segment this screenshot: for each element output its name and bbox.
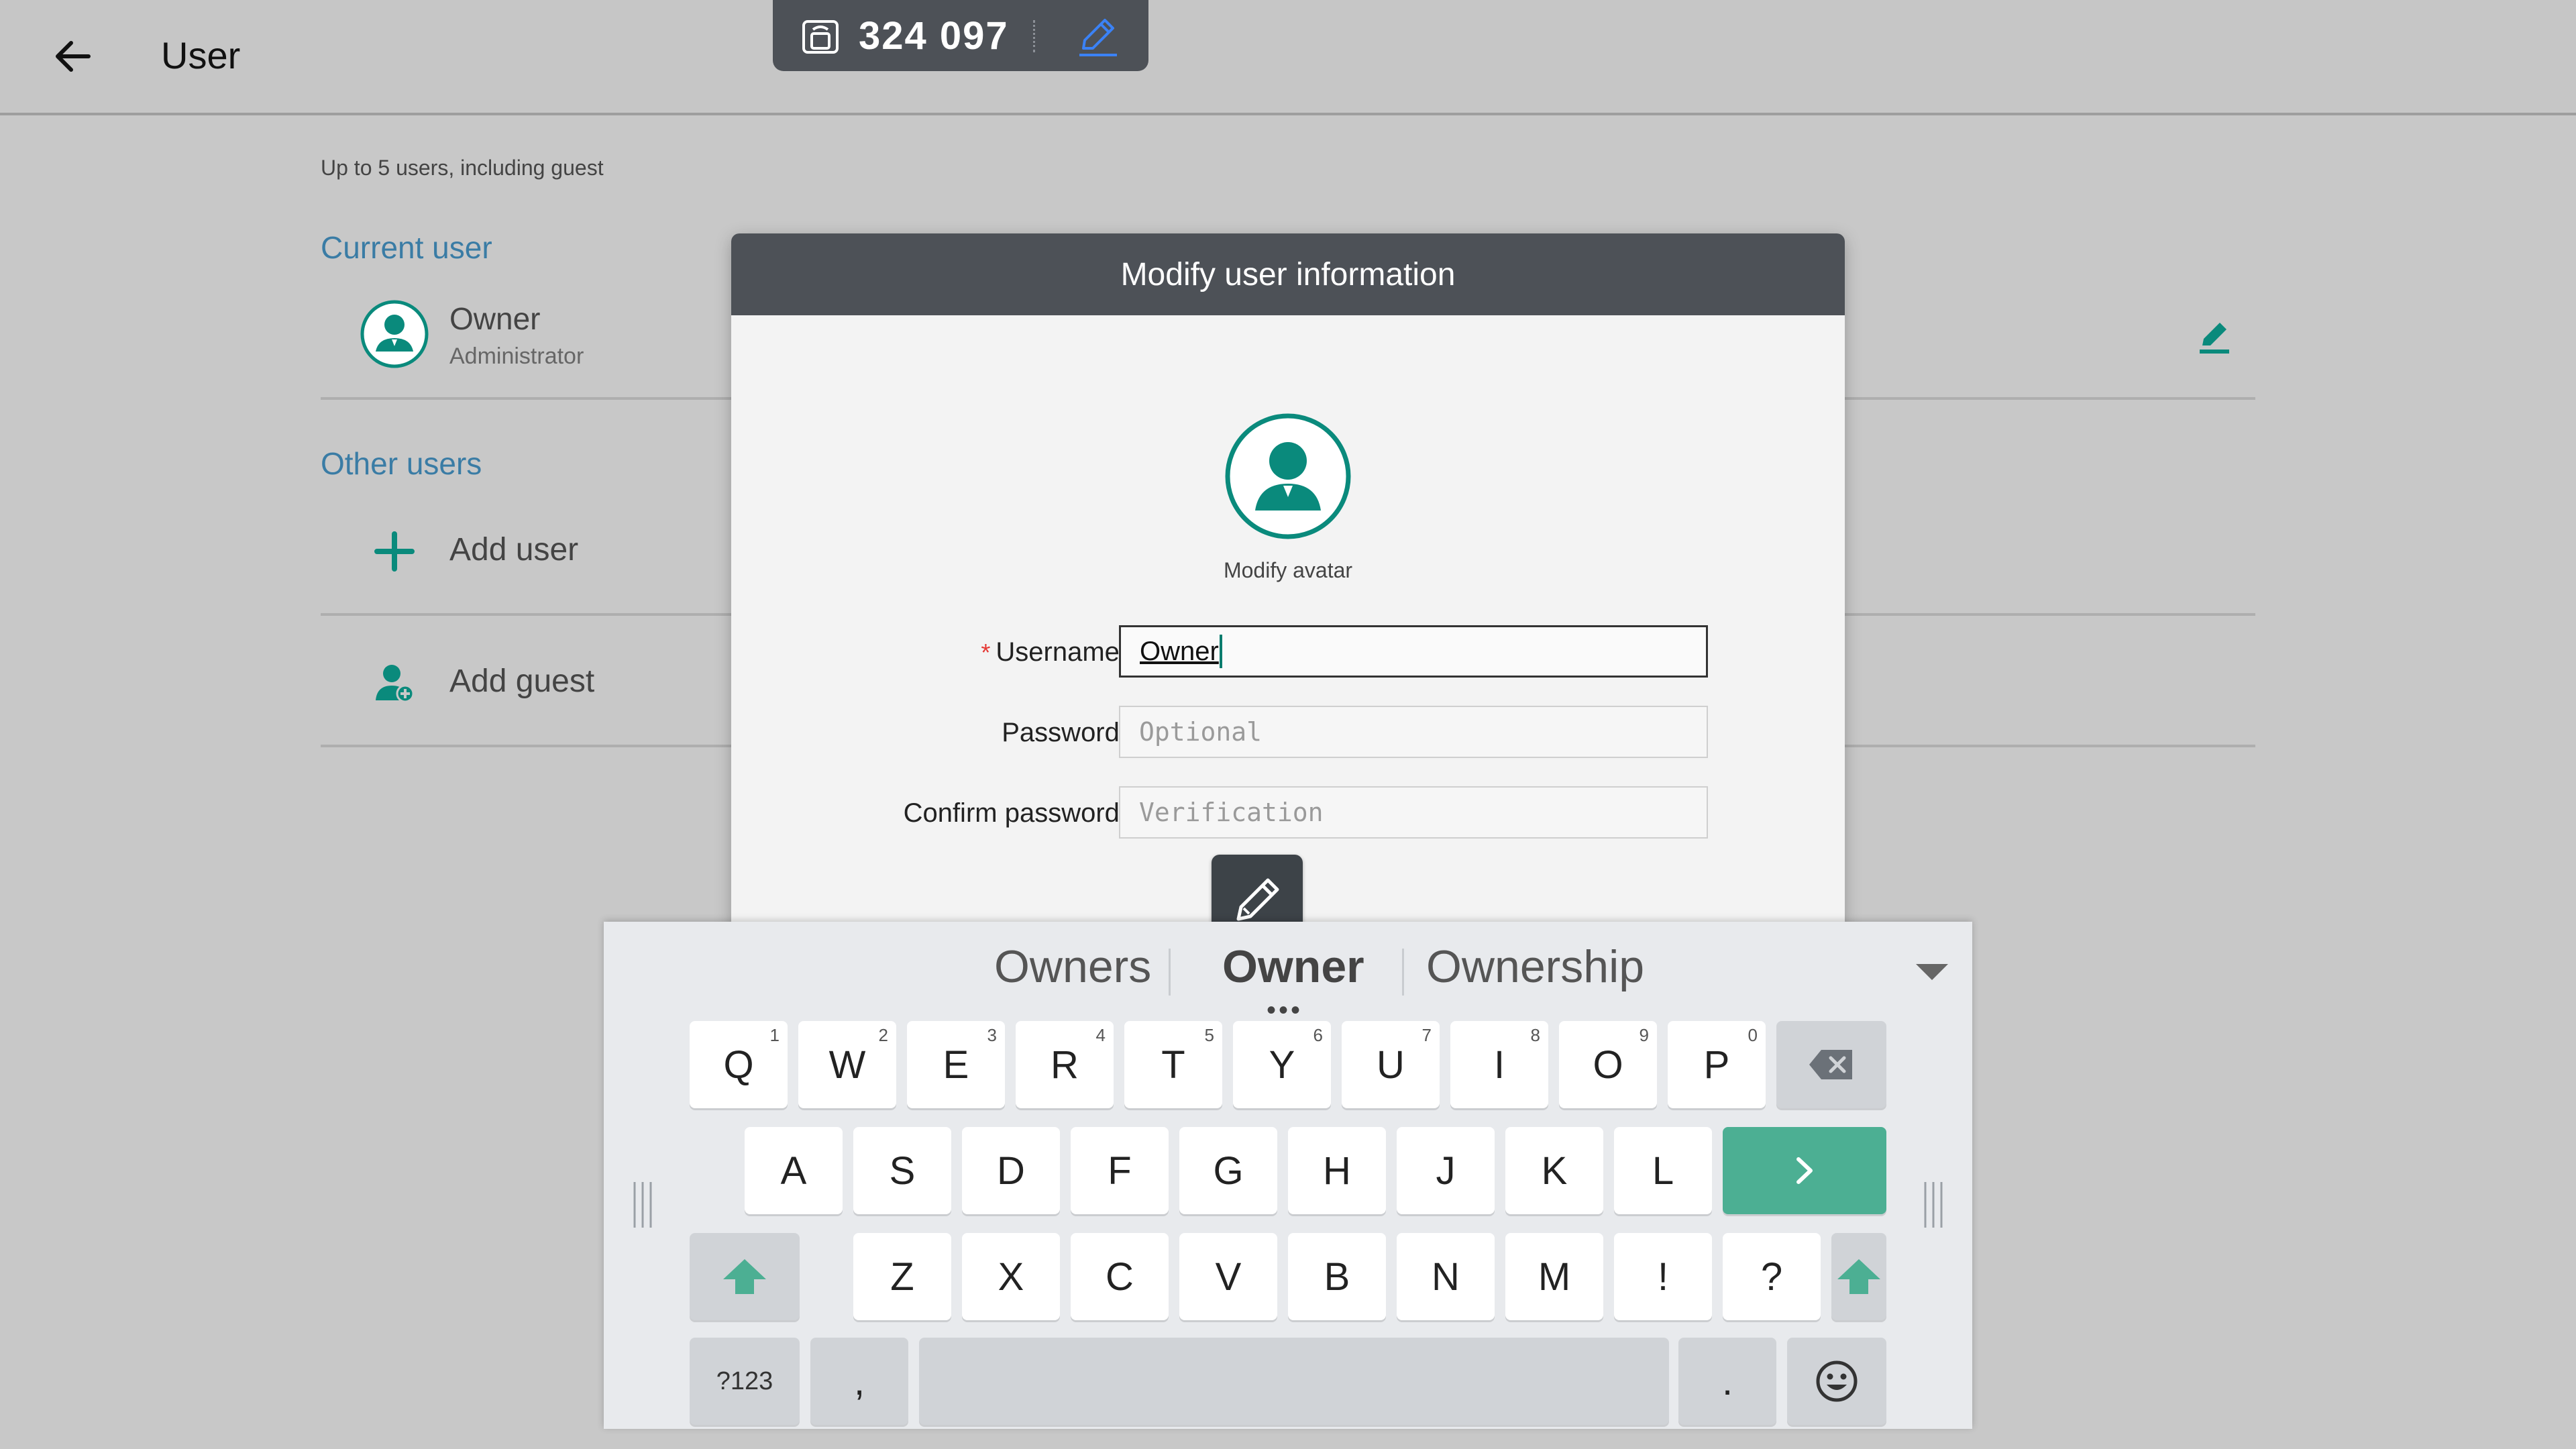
key-k[interactable]: K: [1505, 1127, 1603, 1214]
dialog-title: Modify user information: [731, 233, 1845, 315]
cast-code-chip: 324 097: [773, 0, 1148, 71]
key-z[interactable]: Z: [853, 1233, 951, 1320]
key-r[interactable]: R4: [1016, 1021, 1114, 1108]
current-user-avatar[interactable]: [360, 299, 429, 369]
suggestion-divider: [1169, 949, 1171, 996]
edit-current-user-button[interactable]: [2191, 314, 2238, 361]
more-suggestions-indicator[interactable]: •••: [1267, 997, 1303, 1024]
key-i[interactable]: I8: [1450, 1021, 1548, 1108]
person-add-icon: [368, 656, 421, 710]
username-value: Owner: [1140, 636, 1219, 666]
users-limit-hint: Up to 5 users, including guest: [321, 156, 604, 180]
pencil-icon: [1079, 19, 1117, 56]
key-w[interactable]: W2: [798, 1021, 896, 1108]
key-e[interactable]: E3: [907, 1021, 1005, 1108]
key-n[interactable]: N: [1397, 1233, 1495, 1320]
modify-user-dialog: Modify user information Modify avatar * U…: [731, 233, 1845, 951]
app-bar: User: [0, 0, 2576, 115]
user-avatar-icon: [360, 300, 429, 368]
grip-icon: [633, 1182, 652, 1228]
key-exclamation[interactable]: !: [1614, 1233, 1712, 1320]
pencil-icon: [1236, 878, 1279, 921]
current-user-name: Owner: [449, 301, 541, 336]
emoji-icon: [1816, 1360, 1858, 1402]
soft-keyboard: Owners Owner ••• Ownership Q1 W2 E3 R4 T…: [604, 922, 1972, 1429]
chevron-right-icon: [1796, 1157, 1813, 1184]
page-title: User: [161, 34, 241, 76]
key-g[interactable]: G: [1179, 1127, 1277, 1214]
key-x[interactable]: X: [962, 1233, 1060, 1320]
current-user-heading: Current user: [321, 230, 492, 265]
cast-code: 324 097: [859, 14, 1009, 58]
key-b[interactable]: B: [1288, 1233, 1386, 1320]
collapse-keyboard-button[interactable]: [1905, 951, 1959, 991]
user-avatar-icon: [1225, 413, 1351, 539]
back-button[interactable]: [43, 30, 102, 83]
chip-divider: [1033, 20, 1035, 52]
grip-icon: [1924, 1182, 1943, 1228]
suggestion-right[interactable]: Ownership: [1426, 941, 1644, 993]
symbols-key[interactable]: ?123: [690, 1338, 800, 1425]
key-y[interactable]: Y6: [1233, 1021, 1331, 1108]
next-key[interactable]: [1723, 1127, 1886, 1214]
key-t[interactable]: T5: [1124, 1021, 1222, 1108]
cast-edit-button[interactable]: [1068, 13, 1128, 60]
key-m[interactable]: M: [1505, 1233, 1603, 1320]
caret-down-icon: [1916, 964, 1948, 980]
text-caret: [1219, 635, 1222, 668]
username-input[interactable]: Owner: [1119, 625, 1708, 678]
modify-avatar-label: Modify avatar: [1223, 558, 1353, 582]
keyboard-resize-grip-left[interactable]: [629, 1178, 656, 1232]
key-o[interactable]: O9: [1559, 1021, 1657, 1108]
key-f[interactable]: F: [1071, 1127, 1169, 1214]
add-guest-button[interactable]: Add guest: [449, 663, 594, 700]
shift-arrow-icon: [723, 1259, 766, 1294]
current-user-role: Administrator: [449, 343, 584, 369]
screen-share-icon: [801, 19, 840, 55]
emoji-key[interactable]: [1787, 1338, 1886, 1425]
password-label: Password:: [1002, 718, 1127, 747]
space-key[interactable]: [919, 1338, 1669, 1425]
key-q[interactable]: Q1: [690, 1021, 788, 1108]
period-key[interactable]: .: [1678, 1338, 1776, 1425]
key-u[interactable]: U7: [1342, 1021, 1440, 1108]
suggestion-left[interactable]: Owners: [994, 941, 1151, 993]
comma-key[interactable]: ,: [810, 1338, 908, 1425]
plus-icon: [368, 525, 421, 578]
key-h[interactable]: H: [1288, 1127, 1386, 1214]
backspace-icon: [1809, 1050, 1852, 1079]
shift-key-right[interactable]: [1831, 1233, 1886, 1320]
pencil-icon: [2200, 323, 2229, 354]
modify-avatar-button[interactable]: [1224, 413, 1352, 540]
backspace-key[interactable]: [1776, 1021, 1886, 1108]
add-user-button[interactable]: Add user: [449, 531, 578, 568]
username-label: * Username:: [981, 637, 1127, 667]
shift-key-left[interactable]: [690, 1233, 800, 1320]
key-l[interactable]: L: [1614, 1127, 1712, 1214]
shift-arrow-icon: [1837, 1259, 1880, 1294]
suggestion-divider: [1402, 949, 1404, 996]
arrow-left-icon: [56, 41, 91, 72]
key-d[interactable]: D: [962, 1127, 1060, 1214]
password-input[interactable]: Optional: [1119, 706, 1708, 758]
confirm-password-input[interactable]: Verification: [1119, 786, 1708, 839]
other-users-heading: Other users: [321, 446, 482, 481]
keyboard-resize-grip-right[interactable]: [1920, 1178, 1947, 1232]
key-a[interactable]: A: [745, 1127, 843, 1214]
key-c[interactable]: C: [1071, 1233, 1169, 1320]
suggestion-center[interactable]: Owner: [1222, 941, 1364, 993]
required-marker: *: [981, 639, 991, 666]
key-p[interactable]: P0: [1668, 1021, 1766, 1108]
key-question[interactable]: ?: [1723, 1233, 1821, 1320]
confirm-password-label: Confirm password:: [903, 798, 1127, 828]
key-j[interactable]: J: [1397, 1127, 1495, 1214]
key-v[interactable]: V: [1179, 1233, 1277, 1320]
key-s[interactable]: S: [853, 1127, 951, 1214]
